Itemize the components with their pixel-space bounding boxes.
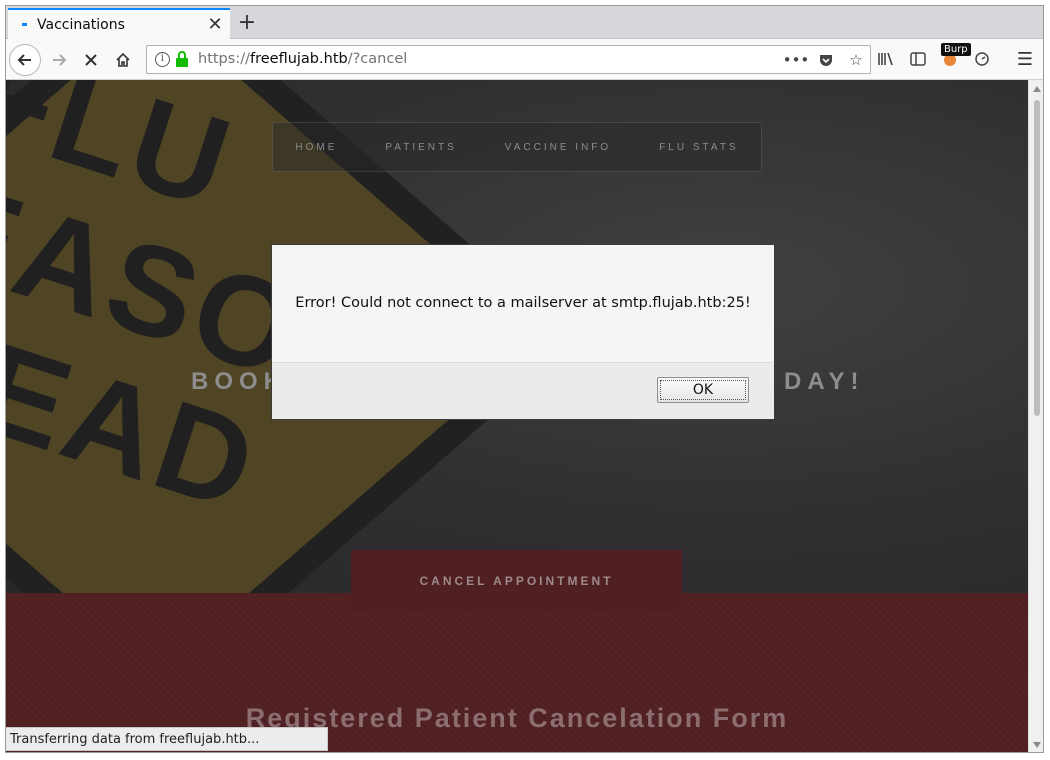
url-bar[interactable]: i https://freeflujab.htb/?cancel ••• ☆ [146, 45, 871, 74]
cancel-appointment-tab[interactable]: CANCEL APPOINTMENT [351, 550, 682, 612]
home-button[interactable] [108, 45, 138, 75]
tab-title: Vaccinations [37, 16, 125, 33]
stop-icon [85, 54, 97, 66]
home-icon [116, 52, 130, 67]
stop-button[interactable] [76, 45, 106, 75]
info-icon[interactable]: i [155, 52, 170, 67]
close-tab-icon[interactable]: ✕ [206, 15, 224, 34]
tab-vaccinations[interactable]: Vaccinations ✕ [8, 8, 230, 39]
forward-button[interactable] [44, 45, 74, 75]
sidebar-icon[interactable] [908, 49, 928, 69]
alert-dialog: Error! Could not connect to a mailserver… [271, 244, 775, 420]
scrollbar-thumb[interactable] [1034, 100, 1040, 416]
library-icon[interactable] [876, 49, 896, 69]
arrow-right-icon [53, 54, 67, 66]
lock-icon[interactable] [176, 51, 188, 67]
nav-flu-stats-link[interactable]: FLU STATS [659, 142, 738, 153]
loading-icon [22, 23, 27, 26]
extension-gauge-icon[interactable] [972, 49, 992, 69]
burp-badge: Burp [941, 43, 971, 56]
url-text[interactable]: https://freeflujab.htb/?cancel [198, 51, 407, 67]
navigation-toolbar: i https://freeflujab.htb/?cancel ••• ☆ B… [6, 39, 1043, 80]
tab-strip: Vaccinations ✕ + [6, 6, 1043, 39]
page-actions-icon[interactable]: ••• [783, 50, 810, 70]
nav-vaccine-info-link[interactable]: VACCINE INFO [505, 142, 611, 153]
page-scrollbar[interactable] [1028, 80, 1043, 752]
ok-button[interactable]: OK [657, 377, 749, 403]
site-nav: HOME PATIENTS VACCINE INFO FLU STATS [272, 122, 762, 172]
new-tab-button[interactable]: + [234, 10, 260, 36]
hamburger-menu-icon[interactable]: ☰ [1017, 49, 1033, 70]
nav-home-link[interactable]: HOME [295, 142, 337, 153]
arrow-left-icon [17, 54, 31, 66]
back-button[interactable] [9, 44, 41, 76]
status-bar: Transferring data from freeflujab.htb... [6, 727, 328, 751]
alert-message: Error! Could not connect to a mailserver… [295, 295, 751, 311]
bookmark-star-icon[interactable]: ☆ [846, 50, 866, 70]
nav-patients-link[interactable]: PATIENTS [385, 142, 456, 153]
pocket-icon[interactable] [816, 50, 836, 70]
scroll-down-icon[interactable] [1033, 742, 1041, 748]
alert-footer: OK [272, 362, 774, 419]
scroll-up-icon[interactable] [1033, 86, 1041, 92]
